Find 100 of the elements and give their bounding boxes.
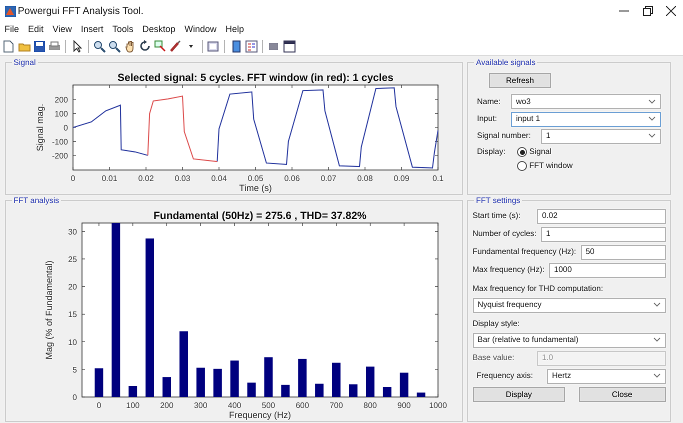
panel-title: FFT analysis [12,194,62,206]
pointer-icon[interactable] [70,40,84,52]
input-field[interactable]: 1 [541,226,666,242]
x-tick-label: 0.01 [101,174,117,183]
refresh-button[interactable]: Refresh [489,73,551,88]
x-tick-label: 200 [160,400,173,410]
restore-icon[interactable] [642,6,653,16]
menu-item[interactable]: Help [225,22,244,36]
input-field[interactable]: 0.02 [537,208,666,224]
menu-item[interactable]: Window [184,22,216,36]
bar [416,392,425,396]
y-tick-label: 5 [72,364,76,374]
x-tick-label: 0 [70,174,75,183]
menu-item[interactable]: View [52,22,72,36]
x-tick-label: 400 [227,400,241,410]
print-icon[interactable] [48,40,61,52]
field-label: Number of cycles: [472,228,537,240]
x-tick-label: 0.05 [247,174,263,183]
dropdown-caret-icon [648,133,656,140]
menu-item[interactable]: File [4,22,20,36]
dropdown[interactable]: 1 [541,128,661,144]
field-label: Max frequency (Hz): [472,264,545,276]
x-tick-label: 0 [96,400,101,410]
field-label: Display style: [472,318,520,330]
x-tick-label: 700 [329,400,342,410]
zoom-in-icon[interactable] [93,40,106,52]
new-file-icon[interactable] [2,40,16,52]
brush-icon[interactable] [169,40,182,52]
x-tick-label: 300 [193,400,207,410]
field-label: Name: [477,96,502,108]
x-tick-label: 500 [261,400,275,410]
app-icon [4,6,16,16]
field-label: Signal number: [477,130,532,142]
field-label: Start time (s): [472,210,522,222]
dropdown-caret-icon [652,302,660,308]
x-tick-label: 0.08 [356,174,372,183]
x-axis-label: Frequency (Hz) [228,410,290,420]
dropdown[interactable]: wo3 [511,94,661,110]
dropdown[interactable]: Hertz [547,368,666,384]
x-tick-label: 0.03 [174,174,190,183]
panel-title: Available signals [474,57,538,68]
field-label: Display: [477,146,506,158]
save-icon[interactable] [32,40,46,52]
zoom-out-icon[interactable] [108,40,122,52]
field-label: Input: [477,113,498,125]
input-field[interactable]: 50 [580,244,666,260]
dropdown-caret-icon [648,116,656,122]
menu-item[interactable]: Tools [112,22,134,36]
x-tick-label: 800 [363,400,376,410]
dock-window-icon[interactable] [282,40,296,52]
dropdown[interactable]: Bar (relative to fundamental) [472,332,666,348]
y-tick-label: 200 [54,96,68,105]
dropdown-caret-icon [652,373,660,379]
legend-icon[interactable] [244,40,258,52]
dropdown-caret-icon [648,98,656,105]
link-plot-icon[interactable] [207,40,220,52]
menu-item[interactable]: Edit [28,22,44,36]
x-tick-label: 0.06 [284,174,300,183]
y-tick-label: 20 [68,282,76,292]
hand-icon[interactable] [124,40,136,52]
x-tick-label: 1000 [428,400,446,410]
data-cursor-icon[interactable] [154,40,167,52]
y-tick-label: 15 [68,310,76,319]
radio-label: FFT window [529,160,573,172]
rotate-icon[interactable] [138,40,152,52]
x-tick-label: 0.1 [432,174,444,183]
x-tick-label: 600 [295,400,309,410]
input-field[interactable]: 1000 [549,262,666,278]
close-icon[interactable] [666,6,676,16]
y-tick-label: 10 [68,337,76,346]
y-tick-label: 100 [54,110,68,119]
x-tick-label: 0.07 [320,174,336,183]
field-label: Frequency axis: [476,370,534,382]
field-label: Max frequency for THD computation: [472,282,604,294]
menu-item[interactable]: Insert [80,22,104,36]
panel-title: Signal [12,57,38,68]
y-tick-label: -200 [51,151,68,160]
field-label: Fundamental frequency (Hz): [472,246,576,258]
chart-title: Fundamental (50Hz) = 275.6 , THD= 37.82% [153,210,366,222]
dropdown[interactable]: Nyquist frequency [472,298,666,312]
dropdown-caret-icon [652,337,660,343]
x-tick-label: 0.04 [210,174,226,183]
y-axis-label: Signal mag. [34,104,44,152]
x-axis-label: Time (s) [238,183,272,193]
x-tick-label: 0.09 [393,174,409,183]
panel-title: FFT settings [474,194,522,206]
radio-button[interactable] [517,147,527,157]
dialog-button[interactable]: Display [472,386,566,402]
y-tick-label: -100 [51,137,68,146]
chart-title: Selected signal: 5 cycles. FFT window (in red): 1 cycles [117,72,393,84]
menu-item[interactable]: Desktop [142,22,176,36]
colorbar-icon[interactable] [230,40,242,52]
y-tick-label: 25 [68,254,76,264]
y-tick-label: 0 [72,392,76,402]
dialog-button[interactable]: Close [578,386,666,402]
x-tick-label: 900 [396,400,410,410]
window-title: Powergui FFT Analysis Tool. [18,4,144,18]
y-tick-label: 30 [68,226,76,236]
radio-button[interactable] [517,161,527,172]
dropdown[interactable]: input 1 [511,112,661,126]
